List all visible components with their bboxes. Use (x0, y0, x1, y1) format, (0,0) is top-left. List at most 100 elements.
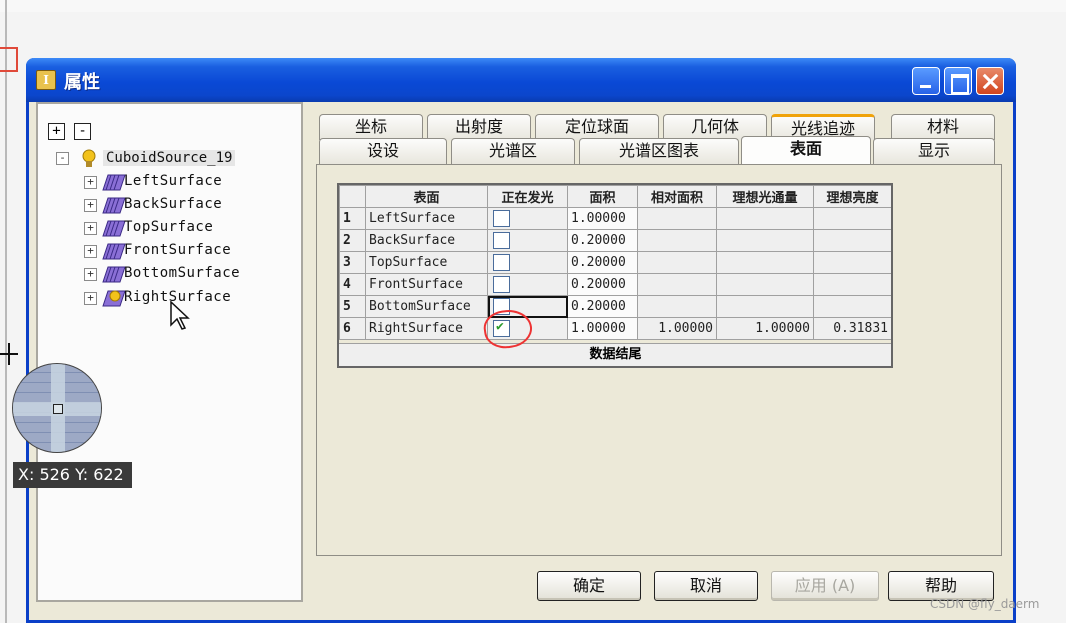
surface-grid: 表面 正在发光 面积 相对面积 理想光通量 理想亮度 1 LeftSurface… (337, 183, 896, 369)
apply-button[interactable]: 应用 (A) (771, 571, 879, 601)
table-header-row: 表面 正在发光 面积 相对面积 理想光通量 理想亮度 (339, 185, 892, 208)
emitting-checkbox[interactable] (493, 210, 510, 227)
relative-area-cell (637, 229, 717, 252)
ideal-flux-cell (716, 295, 814, 318)
tree-root-label: CuboidSource_19 (103, 150, 236, 166)
emitting-cell[interactable] (487, 273, 568, 296)
area-cell[interactable]: 1.00000 (567, 207, 638, 230)
surface-name-cell[interactable]: BottomSurface (365, 295, 488, 318)
watermark: CSDN @fly_daerm (930, 597, 1040, 611)
tab-spectral-chart[interactable]: 光谱区图表 (579, 138, 739, 164)
emitting-cell[interactable] (487, 229, 568, 252)
ideal-flux-cell (716, 273, 814, 296)
row-number: 1 (339, 207, 366, 230)
light-bulb-icon (82, 149, 96, 167)
surface-name-cell[interactable]: RightSurface (365, 317, 488, 340)
table-row: 6 RightSurface 1.00000 1.00000 1.00000 0… (339, 317, 892, 340)
emitting-cell[interactable] (487, 207, 568, 230)
ideal-flux-cell (716, 229, 814, 252)
emitting-checkbox[interactable] (493, 298, 510, 315)
table-row: 1 LeftSurface 1.00000 (339, 207, 892, 230)
emitting-cell[interactable] (487, 251, 568, 274)
tab-setup[interactable]: 设设 (319, 138, 447, 164)
minimize-button[interactable] (912, 67, 940, 95)
tab-material[interactable]: 材料 (891, 114, 995, 140)
app-icon: I (36, 70, 56, 90)
surface-icon (102, 197, 126, 214)
surfaces-page: 表面 正在发光 面积 相对面积 理想光通量 理想亮度 1 LeftSurface… (316, 164, 1002, 556)
ideal-luminance-cell (813, 295, 892, 318)
column-header-surface[interactable]: 表面 (365, 185, 488, 208)
surface-table: 表面 正在发光 面积 相对面积 理想光通量 理想亮度 1 LeftSurface… (339, 185, 892, 340)
surface-name-cell[interactable]: BackSurface (365, 229, 488, 252)
tab-coordinates[interactable]: 坐标 (319, 114, 423, 140)
close-button[interactable] (976, 67, 1004, 95)
tree-collapse-toggle[interactable]: - (56, 152, 69, 165)
row-number: 6 (339, 317, 366, 340)
cancel-button[interactable]: 取消 (654, 571, 758, 601)
tree-expand-toggle[interactable]: + (84, 268, 97, 281)
tree-item-label: BackSurface (124, 196, 223, 212)
properties-dialog: I 属性 + - - CuboidSource_19 + LeftSurface… (26, 58, 1016, 623)
emitting-cell[interactable] (487, 317, 568, 340)
tree-panel: + - - CuboidSource_19 + LeftSurface + Ba… (36, 102, 303, 602)
expand-all-button[interactable]: + (48, 123, 65, 140)
area-cell[interactable]: 0.20000 (567, 273, 638, 296)
ok-button[interactable]: 确定 (537, 571, 641, 601)
tab-emittance[interactable]: 出射度 (427, 114, 531, 140)
emitting-surface-icon (102, 290, 126, 307)
emitting-checkbox[interactable] (493, 254, 510, 271)
relative-area-cell (637, 273, 717, 296)
tree-item-label: LeftSurface (124, 173, 223, 189)
relative-area-cell: 1.00000 (637, 317, 717, 340)
tree-expand-toggle[interactable]: + (84, 199, 97, 212)
surface-name-cell[interactable]: TopSurface (365, 251, 488, 274)
emitting-checkbox[interactable] (493, 232, 510, 249)
tab-spectral-region[interactable]: 光谱区 (451, 138, 575, 164)
area-cell[interactable]: 0.20000 (567, 251, 638, 274)
table-row: 3 TopSurface 0.20000 (339, 251, 892, 274)
tree-item-label: FrontSurface (124, 242, 232, 258)
collapse-all-button[interactable]: - (74, 123, 92, 140)
ideal-luminance-cell (813, 229, 892, 252)
column-header-ideal-flux[interactable]: 理想光通量 (716, 185, 814, 208)
emitting-checkbox-checked[interactable] (493, 319, 510, 337)
surface-name-cell[interactable]: LeftSurface (365, 207, 488, 230)
tree-expand-toggle[interactable]: + (84, 176, 97, 189)
magnifier-loupe (12, 363, 102, 453)
column-header-relative-area[interactable]: 相对面积 (637, 185, 717, 208)
tree-expand-toggle[interactable]: + (84, 292, 97, 305)
table-row: 2 BackSurface 0.20000 (339, 229, 892, 252)
mouse-pointer-icon (170, 301, 190, 330)
row-number: 4 (339, 273, 366, 296)
ideal-flux-cell (716, 251, 814, 274)
column-header-area[interactable]: 面积 (567, 185, 638, 208)
property-pages: 坐标 出射度 定位球面 几何体 光线追迹 材料 设设 光谱区 光谱区图表 表面 … (307, 102, 1011, 612)
coordinate-readout: X: 526 Y: 622 (13, 462, 132, 488)
column-header-ideal-luminance[interactable]: 理想亮度 (813, 185, 892, 208)
tab-surfaces[interactable]: 表面 (741, 136, 871, 164)
title-bar[interactable]: I 属性 (26, 58, 1016, 102)
tree-expand-toggle[interactable]: + (84, 222, 97, 235)
ideal-flux-cell (716, 207, 814, 230)
tab-aim-sphere[interactable]: 定位球面 (535, 114, 659, 140)
maximize-button[interactable] (944, 67, 972, 95)
emitting-cell-selected[interactable] (487, 295, 568, 318)
crosshair-icon (0, 343, 18, 365)
area-cell[interactable]: 0.20000 (567, 229, 638, 252)
surface-name-cell[interactable]: FrontSurface (365, 273, 488, 296)
ideal-luminance-cell (813, 273, 892, 296)
surface-icon (102, 266, 126, 283)
tree-view: + - - CuboidSource_19 + LeftSurface + Ba… (38, 104, 301, 600)
tree-expand-toggle[interactable]: + (84, 245, 97, 258)
desktop-top-strip (0, 0, 1066, 12)
ideal-luminance-cell (813, 251, 892, 274)
tab-display[interactable]: 显示 (873, 138, 995, 164)
red-annotation-mark (0, 47, 18, 72)
area-cell[interactable]: 1.00000 (567, 317, 638, 340)
table-row: 5 BottomSurface 0.20000 (339, 295, 892, 318)
area-cell[interactable]: 0.20000 (567, 295, 638, 318)
column-header-emitting[interactable]: 正在发光 (487, 185, 568, 208)
ideal-flux-cell: 1.00000 (716, 317, 814, 340)
emitting-checkbox[interactable] (493, 276, 510, 293)
